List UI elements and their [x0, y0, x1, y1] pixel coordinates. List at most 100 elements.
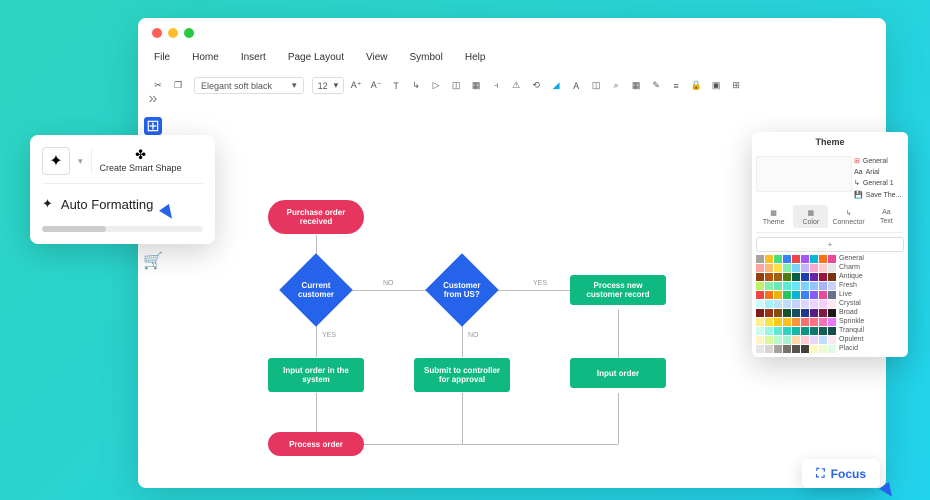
palette-row[interactable]: Placid — [756, 345, 904, 353]
palette-row[interactable]: Tranquil — [756, 327, 904, 335]
align-icon[interactable]: ⫞ — [488, 78, 504, 94]
node-customer-us[interactable]: Customer from US? — [425, 253, 499, 327]
color-swatch[interactable] — [756, 336, 764, 344]
chevron-down-icon[interactable]: ▾ — [78, 156, 83, 167]
rotate-icon[interactable]: ⟲ — [528, 78, 544, 94]
color-swatch[interactable] — [765, 291, 773, 299]
color-swatch[interactable] — [810, 255, 818, 263]
color-swatch[interactable] — [810, 273, 818, 281]
increase-font-icon[interactable]: A⁺ — [348, 78, 364, 94]
tab-text[interactable]: AaText — [869, 205, 904, 228]
color-swatch[interactable] — [810, 282, 818, 290]
close-dot[interactable] — [152, 28, 162, 38]
color-swatch[interactable] — [801, 264, 809, 272]
lock-icon[interactable]: 🔒 — [688, 78, 704, 94]
copy-icon[interactable]: ❐ — [170, 78, 186, 94]
color-swatch[interactable] — [774, 309, 782, 317]
fill-icon[interactable]: ◢ — [548, 78, 564, 94]
create-smart-shape-button[interactable]: Create Smart Shape — [100, 163, 182, 175]
color-swatch[interactable] — [801, 300, 809, 308]
color-swatch[interactable] — [792, 291, 800, 299]
color-swatch[interactable] — [828, 318, 836, 326]
color-swatch[interactable] — [756, 309, 764, 317]
color-swatch[interactable] — [765, 255, 773, 263]
color-swatch[interactable] — [828, 336, 836, 344]
color-swatch[interactable] — [819, 309, 827, 317]
arrange-icon[interactable]: ▣ — [708, 78, 724, 94]
color-swatch[interactable] — [774, 345, 782, 353]
group-icon[interactable]: ▦ — [468, 78, 484, 94]
color-swatch[interactable] — [828, 327, 836, 335]
color-swatch[interactable] — [783, 336, 791, 344]
color-swatch[interactable] — [828, 264, 836, 272]
color-swatch[interactable] — [756, 273, 764, 281]
color-swatch[interactable] — [792, 282, 800, 290]
color-swatch[interactable] — [810, 300, 818, 308]
color-swatch[interactable] — [783, 318, 791, 326]
tab-connector[interactable]: ↳Connector — [830, 205, 866, 228]
color-swatch[interactable] — [810, 336, 818, 344]
node-purchase-order[interactable]: Purchase order received — [268, 200, 364, 234]
opt-general1[interactable]: ↳General 1 — [854, 178, 904, 189]
decrease-font-icon[interactable]: A⁻ — [368, 78, 384, 94]
color-swatch[interactable] — [765, 336, 773, 344]
color-swatch[interactable] — [801, 318, 809, 326]
menu-view[interactable]: View — [366, 52, 388, 63]
color-swatch[interactable] — [828, 345, 836, 353]
color-swatch[interactable] — [828, 300, 836, 308]
color-swatch[interactable] — [810, 309, 818, 317]
color-swatch[interactable] — [774, 273, 782, 281]
color-swatch[interactable] — [756, 327, 764, 335]
color-swatch[interactable] — [756, 300, 764, 308]
color-swatch[interactable] — [756, 264, 764, 272]
text-icon[interactable]: T — [388, 78, 404, 94]
color-swatch[interactable] — [828, 255, 836, 263]
color-swatch[interactable] — [819, 255, 827, 263]
color-swatch[interactable] — [765, 309, 773, 317]
color-swatch[interactable] — [774, 318, 782, 326]
color-swatch[interactable] — [756, 282, 764, 290]
color-swatch[interactable] — [792, 318, 800, 326]
color-swatch[interactable] — [783, 309, 791, 317]
color-swatch[interactable] — [819, 336, 827, 344]
color-swatch[interactable] — [765, 273, 773, 281]
color-swatch[interactable] — [810, 345, 818, 353]
menu-file[interactable]: File — [154, 52, 170, 63]
color-swatch[interactable] — [810, 327, 818, 335]
menu-layout[interactable]: Page Layout — [288, 52, 344, 63]
color-swatch[interactable] — [792, 300, 800, 308]
color-swatch[interactable] — [810, 291, 818, 299]
color-swatch[interactable] — [774, 255, 782, 263]
focus-button[interactable]: ⛶ Focus — [802, 459, 880, 488]
palette-row[interactable]: General — [756, 255, 904, 263]
color-swatch[interactable] — [783, 345, 791, 353]
node-input-system[interactable]: Input order in the system — [268, 358, 364, 392]
font-select[interactable]: Elegant soft black▾ — [194, 77, 304, 94]
color-swatch[interactable] — [819, 273, 827, 281]
size-select[interactable]: 12▾ — [312, 77, 345, 94]
color-swatch[interactable] — [801, 273, 809, 281]
palette-row[interactable]: Fresh — [756, 282, 904, 290]
node-input-order[interactable]: Input order — [570, 358, 666, 388]
color-swatch[interactable] — [765, 282, 773, 290]
opt-arial[interactable]: AaArial — [854, 167, 904, 178]
color-swatch[interactable] — [756, 255, 764, 263]
pen-icon[interactable]: ✎ — [648, 78, 664, 94]
min-dot[interactable] — [168, 28, 178, 38]
add-palette-button[interactable]: + — [756, 237, 904, 252]
color-swatch[interactable] — [801, 327, 809, 335]
more-icon[interactable]: ⊞ — [728, 78, 744, 94]
color-swatch[interactable] — [792, 264, 800, 272]
color-swatch[interactable] — [819, 300, 827, 308]
grid-icon[interactable]: ▦ — [628, 78, 644, 94]
tab-color[interactable]: ▦Color — [793, 205, 828, 228]
color-swatch[interactable] — [765, 345, 773, 353]
color-swatch[interactable] — [774, 282, 782, 290]
opt-save[interactable]: 💾Save The... — [854, 190, 904, 201]
color-swatch[interactable] — [828, 309, 836, 317]
palette-row[interactable]: Live — [756, 291, 904, 299]
node-current-customer[interactable]: Current customer — [279, 253, 353, 327]
palette-row[interactable]: Crystal — [756, 300, 904, 308]
color-swatch[interactable] — [828, 273, 836, 281]
color-swatch[interactable] — [801, 345, 809, 353]
